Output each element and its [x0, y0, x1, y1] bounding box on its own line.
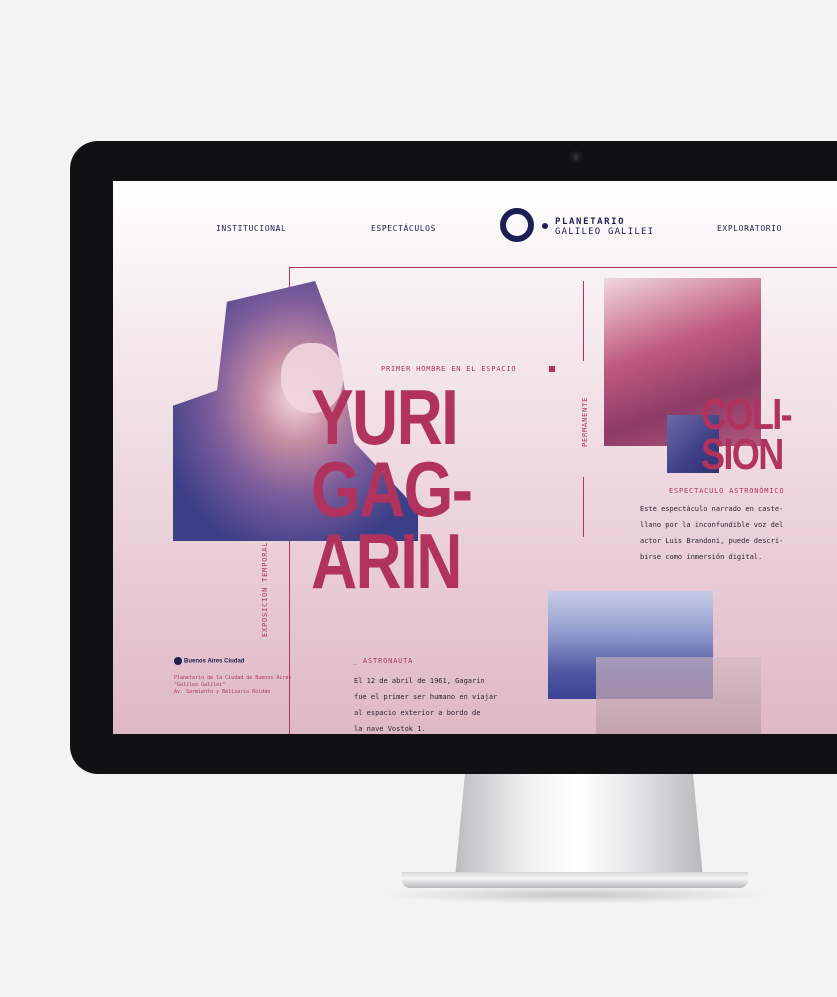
show-title[interactable]: COLI- SION: [701, 390, 793, 479]
show-subtitle: ESPECTACULO ASTRONÓMICO: [669, 487, 785, 495]
buenos-aires-logo[interactable]: Buenos Aires Ciudad: [174, 657, 244, 665]
feature-title-line: ARIN: [311, 517, 462, 605]
show-side-label: PERMANENTE: [581, 396, 589, 447]
city-badge-icon: [174, 657, 182, 665]
accent-square: [549, 366, 555, 372]
show-body-line: actor Luis Brandoni, puede descri-: [640, 537, 784, 545]
nav-exploratorio[interactable]: EXPLORATORIO: [717, 224, 782, 233]
feature-body-line: al espacio exterior a bordo de: [354, 709, 481, 717]
address-line: "Galileo Galilei": [174, 682, 226, 688]
divider-upper: [583, 281, 584, 361]
feature-role: _ ASTRONAUTA: [353, 657, 414, 665]
monitor-stand: [455, 774, 703, 878]
address-line: Planetario de la Ciudad de Buenos Aires: [174, 675, 292, 681]
feature-title[interactable]: YURI GAG- ARIN: [311, 373, 473, 605]
show-title-line: COLI-: [701, 390, 793, 439]
feature-side-label: EXPOSICIÓN TEMPORAL: [261, 541, 269, 637]
nav-institucional[interactable]: INSTITUCIONAL: [216, 224, 286, 233]
webcam-icon: [570, 151, 582, 163]
feature-body-line: la nave Vostok 1.: [354, 725, 426, 733]
feature-body-line: El 12 de abril de 1961, Gagarin: [354, 677, 485, 685]
divider-lower: [583, 477, 584, 537]
logo-text-line1: PLANETARIO: [555, 217, 626, 227]
monitor-base: [402, 872, 748, 888]
planet-logo-icon: [500, 208, 534, 242]
footer-address: Planetario de la Ciudad de Buenos Aires …: [174, 675, 291, 696]
feature-title-line: YURI: [311, 373, 459, 461]
address-line: Av. Sarmiento y Belisario Roldán: [174, 689, 271, 695]
show-body-line: Este espectáculo narrado en caste-: [640, 505, 784, 513]
show-title-line: SION: [701, 430, 784, 479]
feature-body: El 12 de abril de 1961, Gagarin fue el p…: [354, 673, 497, 734]
frame-top-line: [289, 267, 837, 268]
buenos-aires-brand: Buenos Aires Ciudad: [184, 658, 245, 665]
feature-title-line: GAG-: [311, 445, 473, 533]
show-body-line: llano por la inconfundible voz del: [640, 521, 784, 529]
show-body-line: birse como inmersión digital.: [640, 553, 763, 561]
texture-block: [596, 657, 761, 734]
stand-shadow: [380, 886, 770, 904]
feature-kicker: PRIMER HOMBRE EN EL ESPACIO: [381, 365, 517, 373]
website-screen: INSTITUCIONAL ESPECTÁCULOS EXPLORATORIO …: [113, 181, 837, 734]
monitor-mockup: INSTITUCIONAL ESPECTÁCULOS EXPLORATORIO …: [0, 0, 837, 997]
nav-espectaculos[interactable]: ESPECTÁCULOS: [371, 224, 436, 233]
feature-body-line: fue el primer ser humano en viajar: [354, 693, 498, 701]
moon-dot-icon: [542, 223, 548, 229]
logo-text-line2: GALILEO GALILEI: [555, 227, 655, 237]
show-body: Este espectáculo narrado en caste- llano…: [640, 501, 783, 565]
